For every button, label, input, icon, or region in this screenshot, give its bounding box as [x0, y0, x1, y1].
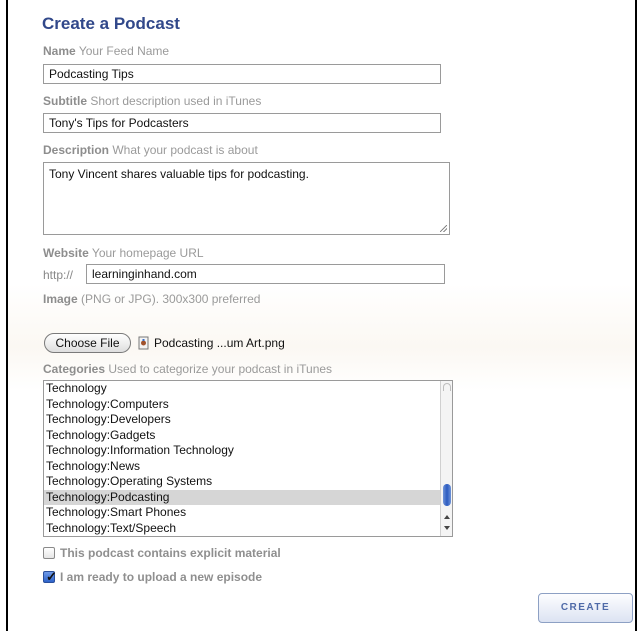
website-label-text: Website	[43, 246, 89, 260]
explicit-checkbox[interactable]	[43, 547, 55, 559]
website-hint: Your homepage URL	[91, 246, 204, 260]
page-title: Create a Podcast	[42, 14, 180, 33]
image-label: Image (PNG or JPG). 300x300 preferred	[43, 292, 260, 306]
categories-label-text: Categories	[43, 362, 106, 376]
description-textarea[interactable]: Tony Vincent shares valuable tips for po…	[43, 162, 450, 235]
category-option[interactable]: Technology	[44, 381, 452, 397]
choose-file-button[interactable]: Choose File	[44, 333, 131, 353]
scroll-thumb[interactable]	[443, 484, 451, 506]
explicit-checkbox-label: This podcast contains explicit material	[60, 546, 281, 560]
category-option[interactable]: Technology:Information Technology	[44, 443, 452, 459]
ready-checkbox-label: I am ready to upload a new episode	[60, 570, 263, 584]
description-label: Description What your podcast is about	[43, 143, 258, 157]
description-hint: What your podcast is about	[112, 143, 258, 157]
image-label-text: Image	[43, 292, 78, 306]
categories-listbox[interactable]: Technology Technology:Computers Technology…	[43, 380, 453, 537]
subtitle-input[interactable]: Tony's Tips for Podcasters	[43, 113, 441, 133]
category-option[interactable]: Technology:Text/Speech	[44, 521, 452, 537]
description-label-text: Description	[43, 143, 110, 157]
name-label-text: Name	[43, 44, 76, 58]
image-hint: (PNG or JPG). 300x300 preferred	[81, 292, 261, 306]
create-button[interactable]: CREATE	[538, 593, 633, 623]
website-label: Website Your homepage URL	[43, 246, 204, 260]
website-prefix: http://	[43, 268, 74, 282]
categories-label: Categories Used to categorize your podca…	[43, 362, 332, 376]
checkmark-icon: ✓	[46, 569, 57, 584]
scroll-down-arrow-icon[interactable]	[444, 526, 450, 530]
create-podcast-form: Create a Podcast Name Your Feed Name Pod…	[6, 0, 637, 631]
category-option[interactable]: Technology:News	[44, 459, 452, 475]
categories-hint: Used to categorize your podcast in iTune…	[108, 362, 333, 376]
category-option[interactable]: Technology:Smart Phones	[44, 505, 452, 521]
category-option[interactable]: Technology:Gadgets	[44, 428, 452, 444]
name-label: Name Your Feed Name	[43, 44, 169, 58]
category-option[interactable]: Technology:Podcasting	[44, 489, 452, 505]
file-icon	[138, 336, 149, 350]
website-input[interactable]: learninginhand.com	[86, 264, 445, 284]
description-value: Tony Vincent shares valuable tips for po…	[49, 167, 309, 181]
subtitle-hint: Short description used in iTunes	[90, 94, 262, 108]
category-option[interactable]: Technology:Developers	[44, 412, 452, 428]
name-hint: Your Feed Name	[78, 44, 170, 58]
ready-checkbox[interactable]: ✓	[43, 569, 57, 584]
category-option[interactable]: Technology:Operating Systems	[44, 474, 452, 490]
categories-scrollbar[interactable]	[440, 381, 452, 536]
subtitle-label: Subtitle Short description used in iTune…	[43, 94, 261, 108]
category-option[interactable]: Technology:Computers	[44, 397, 452, 413]
scroll-cap	[443, 383, 451, 391]
name-input[interactable]: Podcasting Tips	[43, 64, 441, 84]
selected-filename: Podcasting ...um Art.png	[154, 336, 285, 350]
resize-handle-icon[interactable]	[440, 225, 447, 232]
categories-list: Technology Technology:Computers Technology…	[44, 381, 452, 536]
scroll-up-arrow-icon[interactable]	[444, 515, 450, 519]
subtitle-label-text: Subtitle	[43, 94, 87, 108]
